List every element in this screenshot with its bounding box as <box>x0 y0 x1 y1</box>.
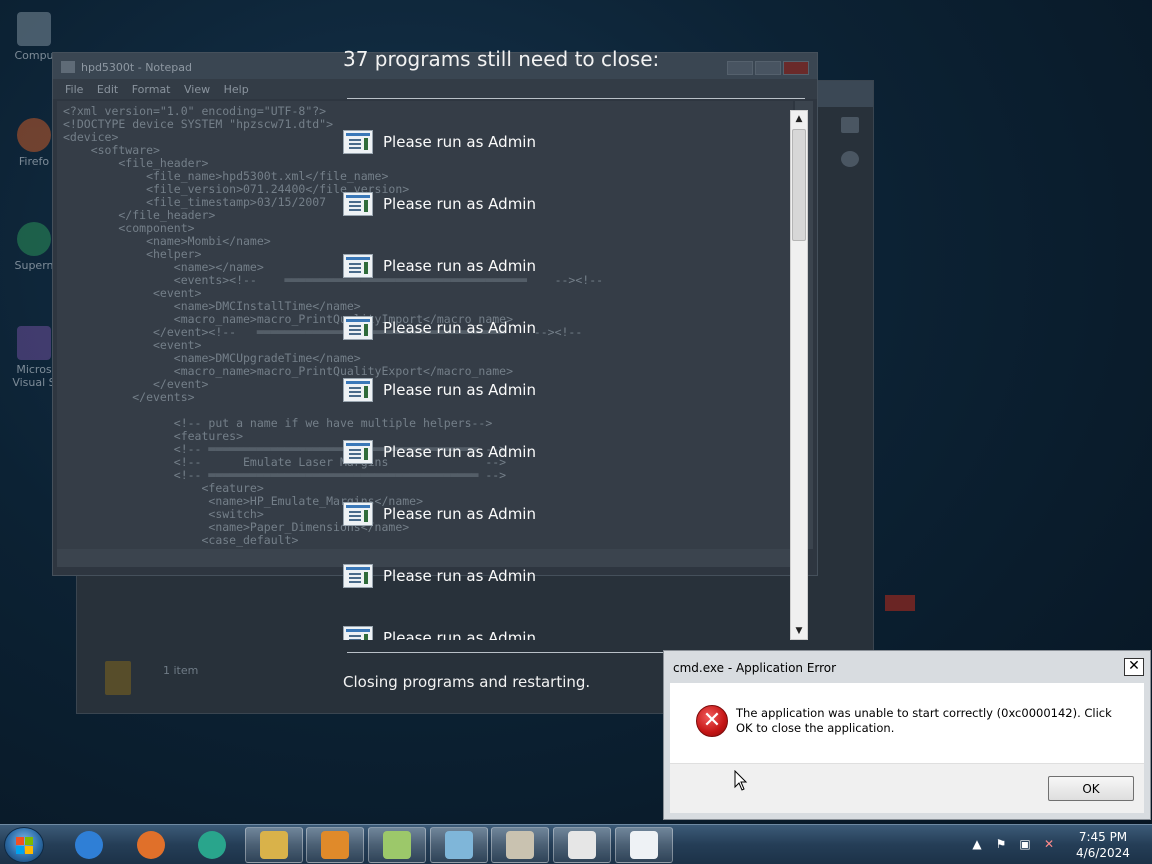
help-icon <box>841 151 859 167</box>
application-error-dialog: cmd.exe - Application Error ✕ ✕ The appl… <box>663 650 1151 820</box>
divider <box>347 652 663 653</box>
program-label: Please run as Admin <box>383 319 536 337</box>
program-item[interactable]: Please run as Admin <box>343 625 536 640</box>
program-item[interactable]: Please run as Admin <box>343 563 536 589</box>
application-icon <box>343 254 373 278</box>
menu-help[interactable]: Help <box>224 83 249 96</box>
supernova-icon <box>17 222 51 256</box>
menu-view[interactable]: View <box>184 83 210 96</box>
application-icon <box>343 626 373 640</box>
program-label: Please run as Admin <box>383 381 536 399</box>
minimize-button[interactable] <box>727 61 753 75</box>
firefox-icon <box>137 831 165 859</box>
program-item[interactable]: Please run as Admin <box>343 191 536 217</box>
notepad-icon <box>61 61 75 73</box>
windows-logo-icon <box>16 846 24 854</box>
dialog-close-button[interactable]: ✕ <box>1124 658 1144 676</box>
application-icon <box>343 378 373 402</box>
show-hidden-icons-icon[interactable]: ▲ <box>970 837 984 851</box>
application-icon <box>343 316 373 340</box>
taskbar-notepad-plus-button[interactable] <box>368 827 426 863</box>
scroll-up-icon[interactable]: ▲ <box>791 111 807 127</box>
taskbar-notepad-button[interactable] <box>430 827 488 863</box>
taskbar-paint-button[interactable] <box>491 827 549 863</box>
program-item[interactable]: Please run as Admin <box>343 129 536 155</box>
paint-icon <box>506 831 534 859</box>
application-icon <box>343 502 373 526</box>
volume-muted-icon[interactable]: ✕ <box>1042 837 1056 851</box>
internet-explorer-icon <box>75 831 103 859</box>
taskbar: ▲ ⚑ ▣ ✕ 7:45 PM 4/6/2024 <box>0 824 1152 864</box>
search-icon <box>841 117 859 133</box>
close-button[interactable] <box>783 61 809 75</box>
run-as-admin-app-icon <box>630 831 658 859</box>
programs-list-scrollbar[interactable]: ▲ ▼ <box>790 110 808 640</box>
program-label: Please run as Admin <box>383 443 536 461</box>
maximize-button[interactable] <box>755 61 781 75</box>
program-label: Please run as Admin <box>383 629 536 640</box>
file-explorer-icon <box>260 831 288 859</box>
program-label: Please run as Admin <box>383 567 536 585</box>
application-icon <box>343 130 373 154</box>
taskbar-firefox-button[interactable] <box>122 827 180 863</box>
program-item[interactable]: Please run as Admin <box>343 439 536 465</box>
program-item[interactable]: Please run as Admin <box>343 377 536 403</box>
shutdown-status: Closing programs and restarting. <box>343 673 591 691</box>
application-icon <box>343 564 373 588</box>
program-label: Please run as Admin <box>383 257 536 275</box>
notepad-plus-icon <box>383 831 411 859</box>
clock-date: 4/6/2024 <box>1076 846 1130 860</box>
menu-edit[interactable]: Edit <box>97 83 118 96</box>
scrollbar-thumb[interactable] <box>792 129 806 241</box>
supernova-icon <box>198 831 226 859</box>
taskbar-file-explorer-button[interactable] <box>245 827 303 863</box>
windows-logo-icon <box>25 837 33 845</box>
dialog-message: The application was unable to start corr… <box>736 706 1112 735</box>
program-item[interactable]: Please run as Admin <box>343 501 536 527</box>
dialog-body: ✕ The application was unable to start co… <box>670 683 1144 813</box>
taskbar-internet-explorer-button[interactable] <box>60 827 118 863</box>
firefox-icon <box>17 118 51 152</box>
computer-icon <box>17 12 51 46</box>
notepad-menubar: File Edit Format View Help <box>53 79 817 99</box>
application-icon <box>343 440 373 464</box>
taskbar-xml-viewer-button[interactable] <box>553 827 611 863</box>
program-label: Please run as Admin <box>383 133 536 151</box>
notepad-title: hpd5300t - Notepad <box>81 61 192 74</box>
notepad-icon <box>445 831 473 859</box>
windows-logo-icon <box>16 837 24 845</box>
program-item[interactable]: Please run as Admin <box>343 253 536 279</box>
start-button[interactable] <box>4 827 44 863</box>
xml-viewer-icon <box>568 831 596 859</box>
program-label: Please run as Admin <box>383 195 536 213</box>
divider <box>347 98 805 99</box>
folder-icon <box>105 661 131 695</box>
item-count: 1 item <box>163 664 199 677</box>
scroll-down-icon[interactable]: ▼ <box>791 623 807 639</box>
clock-time: 7:45 PM <box>1078 830 1128 844</box>
programs-list[interactable]: Please run as Admin Please run as Admin Pl… <box>340 112 790 640</box>
menu-file[interactable]: File <box>65 83 83 96</box>
close-icon <box>885 595 915 611</box>
program-item[interactable]: Please run as Admin <box>343 315 536 341</box>
visual-studio-icon <box>17 326 51 360</box>
taskbar-supernova-button[interactable] <box>183 827 241 863</box>
program-label: Please run as Admin <box>383 505 536 523</box>
programs-to-close-heading: 37 programs still need to close: <box>343 47 660 71</box>
mouse-cursor-icon <box>734 770 748 791</box>
media-player-icon <box>321 831 349 859</box>
menu-format[interactable]: Format <box>132 83 171 96</box>
error-icon: ✕ <box>696 705 728 737</box>
application-icon <box>343 192 373 216</box>
taskbar-run-as-admin-app-button[interactable] <box>615 827 673 863</box>
system-tray: ▲ ⚑ ▣ ✕ <box>970 837 1056 851</box>
action-center-flag-icon[interactable]: ⚑ <box>994 837 1008 851</box>
clock[interactable]: 7:45 PM 4/6/2024 <box>1068 829 1138 861</box>
taskbar-media-player-button[interactable] <box>306 827 364 863</box>
network-icon[interactable]: ▣ <box>1018 837 1032 851</box>
windows-logo-icon <box>25 846 33 854</box>
dialog-title: cmd.exe - Application Error <box>673 661 837 675</box>
ok-button[interactable]: OK <box>1048 776 1134 801</box>
